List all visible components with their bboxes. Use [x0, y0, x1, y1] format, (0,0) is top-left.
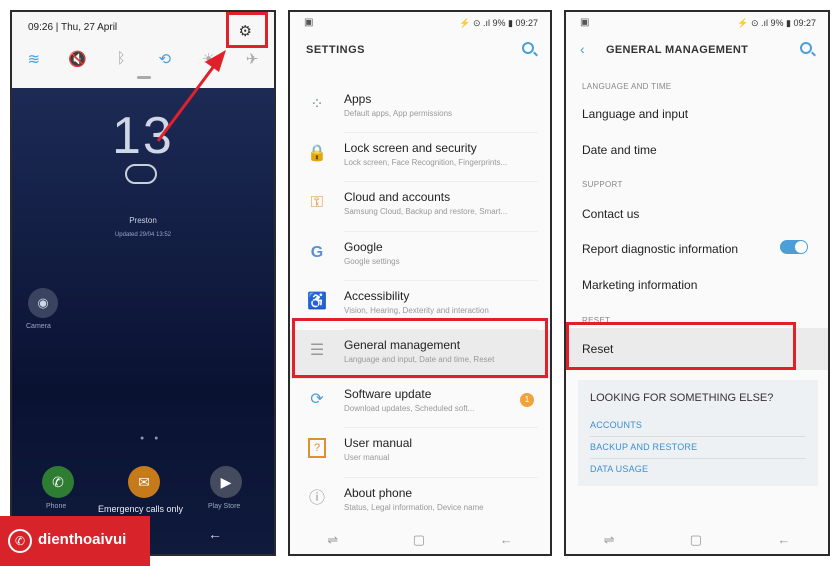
screenshot-collage: 09:26 | Thu, 27 April ⚙ ≋ 🔇 ᛒ ⟲ ☀ ✈ 13 P…: [0, 0, 840, 566]
brand-logo: ✆ dienthoaivui: [0, 516, 150, 566]
annotation-arrow: [156, 50, 226, 142]
brand-name: dienthoaivui: [38, 531, 127, 548]
phone-logo-icon: ✆: [8, 529, 32, 553]
